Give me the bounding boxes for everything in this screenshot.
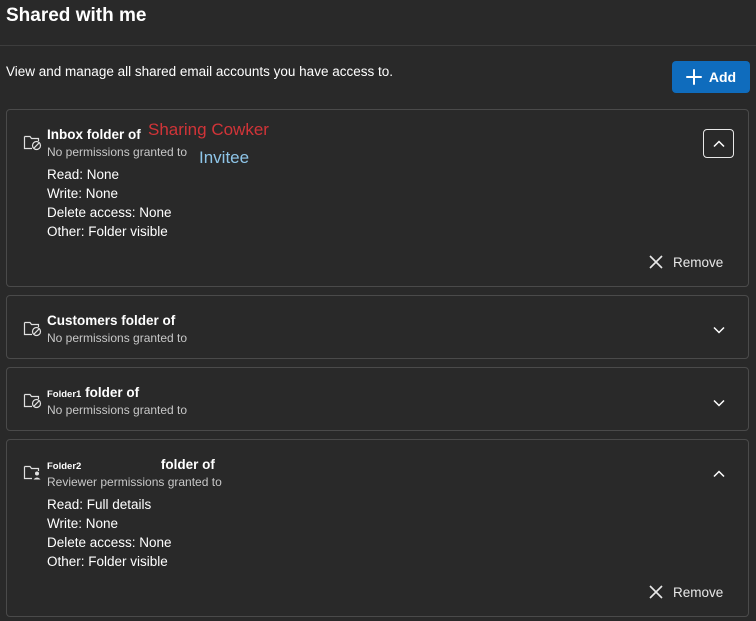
folder-title: Folder1 folder of: [47, 385, 139, 400]
folder-title: Folder2 folder of: [47, 457, 215, 472]
folder-blocked-icon: [23, 393, 42, 409]
shared-folder-card-inbox: Inbox folder of No permissions granted t…: [6, 109, 749, 287]
close-icon: [649, 255, 663, 269]
permission-subtitle: No permissions granted to: [47, 403, 188, 417]
permission-subtitle: No permissions granted to: [47, 331, 188, 345]
folder-name: Folder2: [47, 461, 82, 472]
permission-subtitle: Reviewer permissions granted to: [47, 475, 222, 489]
folder-blocked-icon: [23, 135, 42, 151]
header-divider: [0, 45, 756, 46]
permission-write: Write: None: [47, 516, 119, 531]
shared-folder-card-customers[interactable]: Customers folder of No permissions grant…: [6, 295, 749, 359]
remove-button[interactable]: Remove: [648, 254, 723, 270]
remove-button[interactable]: Remove: [648, 584, 723, 600]
shared-folder-card-folder2: Folder2 folder of Reviewer permissions g…: [6, 439, 749, 617]
remove-button-label: Remove: [673, 254, 724, 270]
page-title: Shared with me: [6, 5, 147, 26]
folder-name: Folder1: [47, 389, 82, 400]
permission-write: Write: None: [47, 186, 119, 201]
permission-read: Read: None: [47, 167, 120, 182]
permission-list: Read: None Write: None Delete access: No…: [47, 165, 172, 241]
folder-blocked-icon: [23, 321, 42, 337]
chevron-down-icon[interactable]: [712, 323, 726, 337]
permission-delete: Delete access: None: [47, 205, 172, 220]
annotation-invitee-label: Invitee: [199, 148, 250, 167]
shared-folder-card-folder1[interactable]: Folder1 folder of No permissions granted…: [6, 367, 749, 431]
permission-other: Other: Folder visible: [47, 224, 168, 239]
folder-title-suffix: folder of: [85, 385, 140, 400]
chevron-down-icon[interactable]: [712, 396, 726, 410]
add-button-label: Add: [708, 69, 737, 85]
permission-subtitle: No permissions granted to: [47, 145, 188, 159]
add-button[interactable]: Add: [672, 61, 750, 93]
plus-icon: [685, 69, 702, 85]
permission-list: Read: Full details Write: None Delete ac…: [47, 495, 172, 571]
folder-title: Customers folder of: [47, 313, 176, 328]
remove-button-label: Remove: [673, 584, 724, 600]
permission-read: Read: Full details: [47, 497, 152, 512]
annotation-owner-label: Sharing Cowker: [148, 120, 269, 139]
chevron-up-icon: [712, 139, 725, 147]
close-icon: [649, 585, 663, 599]
collapse-button[interactable]: [703, 129, 734, 158]
page-description: View and manage all shared email account…: [6, 64, 393, 79]
folder-person-icon: [23, 465, 41, 480]
chevron-up-icon[interactable]: [712, 467, 726, 481]
folder-title-suffix: folder of: [160, 457, 215, 472]
permission-other: Other: Folder visible: [47, 554, 168, 569]
folder-title: Inbox folder of: [47, 127, 141, 142]
permission-delete: Delete access: None: [47, 535, 172, 550]
